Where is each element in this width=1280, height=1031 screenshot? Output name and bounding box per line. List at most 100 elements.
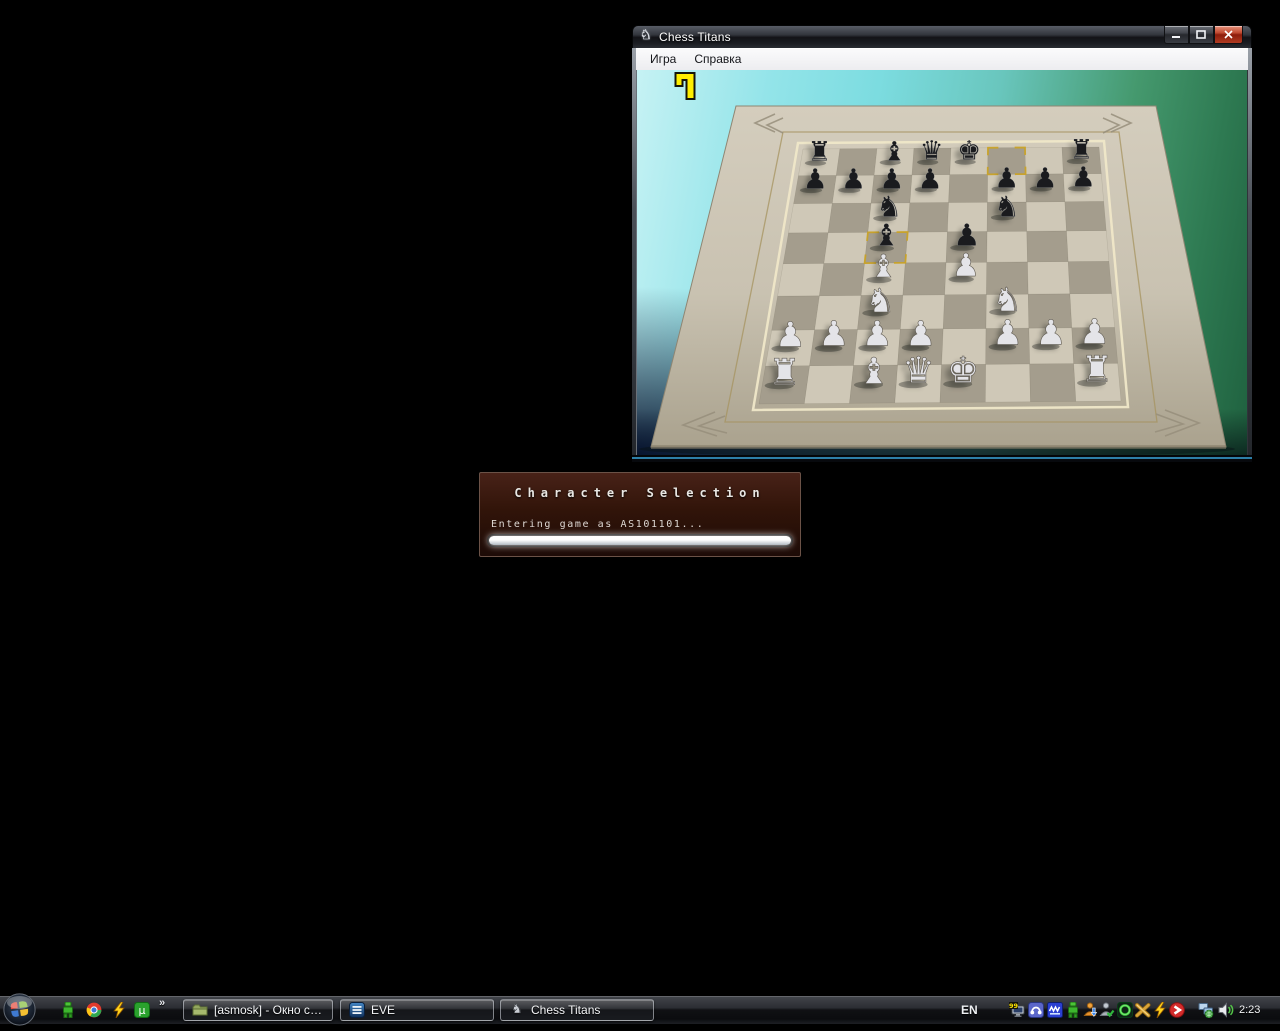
chess-piece-black-pawn-b7[interactable]: ♟ — [841, 165, 866, 193]
chess-piece-white-pawn-f2[interactable]: ♟ — [992, 317, 1023, 352]
game-area: ♜♝♛♚♜♟♟♟♟♟♟♟♞♞♝♟♝♟♞♞♟♟♟♟♟♟♟♜♝♛♚♜ — [636, 70, 1248, 455]
chess-piece-white-king-e1[interactable]: ♚ — [947, 352, 979, 388]
menu-item-help[interactable]: Справка — [685, 49, 750, 69]
board-square[interactable] — [985, 364, 1030, 402]
board-square[interactable] — [903, 263, 946, 296]
chess-piece-white-pawn-d2[interactable]: ♟ — [905, 317, 936, 352]
board-square[interactable] — [1027, 231, 1068, 262]
tray-winamp-icon[interactable] — [1152, 1002, 1168, 1018]
board-square[interactable] — [783, 233, 828, 264]
eve-icon — [349, 1002, 365, 1018]
window-border-left — [632, 48, 636, 455]
knight-icon: ♞ — [640, 28, 652, 43]
language-indicator[interactable]: EN — [961, 1003, 978, 1017]
taskbar: µ » [asmosk] - Окно со... EVE ♞Chess Tita… — [0, 995, 1280, 1024]
caption-buttons — [1164, 26, 1243, 44]
board-square[interactable] — [824, 232, 868, 263]
tray-download-arrow-icon[interactable] — [1169, 1002, 1185, 1018]
quick-launch-winamp-icon[interactable] — [111, 1002, 128, 1019]
chess-piece-black-pawn-a7[interactable]: ♟ — [803, 166, 828, 194]
tray-user-check-icon[interactable] — [1099, 1002, 1115, 1018]
tray-display-99-icon[interactable]: 99 — [1009, 1002, 1025, 1018]
chess-titans-window: ♞ Chess Titans ИграСправка ♜♝♛♚♜♟♟♟♟♟♟♟♞… — [632, 25, 1252, 462]
chess-piece-white-pawn-e4[interactable]: ♟ — [952, 251, 980, 283]
clock[interactable]: 2:23 — [1239, 1004, 1260, 1016]
tray-network-icon[interactable] — [1198, 1002, 1214, 1018]
board-square[interactable] — [987, 231, 1028, 262]
chess-piece-white-pawn-g2[interactable]: ♟ — [1036, 316, 1067, 351]
tray-xfire-icon[interactable] — [1135, 1002, 1151, 1018]
board-square[interactable] — [819, 263, 864, 296]
window-border-right — [1248, 48, 1252, 455]
chess-board[interactable] — [637, 70, 1248, 455]
chess-piece-black-king-e8[interactable]: ♚ — [957, 138, 981, 165]
board-square[interactable] — [789, 203, 833, 233]
yellow-move-cursor-icon — [673, 71, 698, 101]
chess-piece-white-rook-a1[interactable]: ♜ — [768, 354, 800, 390]
quick-launch-chrome-icon[interactable] — [86, 1002, 103, 1019]
chess-piece-black-knight-f6[interactable]: ♞ — [994, 192, 1020, 221]
menu-bar: ИграСправка — [632, 48, 1252, 70]
window-title: Chess Titans — [659, 30, 731, 44]
minimize-icon — [1171, 30, 1182, 39]
chess-piece-black-pawn-d7[interactable]: ♟ — [918, 165, 943, 193]
chess-piece-white-pawn-b2[interactable]: ♟ — [818, 318, 849, 353]
tray-volume-icon[interactable] — [1218, 1002, 1234, 1018]
taskbar-button-1[interactable]: [asmosk] - Окно со... — [183, 999, 333, 1021]
start-button[interactable] — [3, 993, 36, 1026]
quick-launch-utorrent-icon[interactable]: µ — [134, 1002, 151, 1019]
maximize-icon — [1196, 30, 1207, 39]
knight-icon: ♞ — [509, 1002, 525, 1018]
board-square[interactable] — [828, 203, 871, 233]
chess-piece-white-knight-f3[interactable]: ♞ — [993, 283, 1023, 316]
folder-icon — [192, 1002, 208, 1018]
chess-piece-white-rook-h1[interactable]: ♜ — [1081, 351, 1113, 387]
board-square[interactable] — [804, 365, 853, 403]
progress-bar — [487, 534, 793, 547]
tray-green-robot-icon[interactable] — [1065, 1002, 1081, 1018]
close-button[interactable] — [1214, 26, 1243, 44]
quick-launch-green-figure-icon[interactable] — [60, 1002, 77, 1019]
dialog-title: Character Selection — [480, 486, 800, 500]
chess-piece-white-pawn-h2[interactable]: ♟ — [1079, 316, 1110, 351]
maximize-button[interactable] — [1189, 26, 1214, 44]
chess-piece-white-knight-c3[interactable]: ♞ — [866, 284, 896, 317]
chess-piece-white-bishop-c4[interactable]: ♝ — [869, 252, 897, 284]
chess-piece-white-bishop-c1[interactable]: ♝ — [858, 353, 890, 389]
board-square[interactable] — [1030, 364, 1076, 402]
minimize-button[interactable] — [1164, 26, 1189, 44]
close-icon — [1223, 30, 1234, 39]
chess-piece-black-bishop-c5[interactable]: ♝ — [873, 222, 900, 252]
taskbar-button-label: [asmosk] - Окно со... — [214, 1003, 324, 1017]
tray-headphones-icon[interactable] — [1028, 1002, 1044, 1018]
board-square[interactable] — [778, 263, 824, 296]
board-square[interactable] — [1067, 231, 1109, 262]
board-square[interactable] — [943, 295, 986, 329]
board-square[interactable] — [1028, 262, 1070, 295]
tray-user-download-icon[interactable] — [1083, 1002, 1099, 1018]
quick-launch-overflow-chevron[interactable]: » — [159, 997, 165, 1009]
chess-piece-white-queen-d1[interactable]: ♛ — [902, 353, 934, 389]
chess-piece-white-pawn-c2[interactable]: ♟ — [862, 318, 893, 353]
tray-green-ring-icon[interactable] — [1117, 1002, 1133, 1018]
menu-item-game[interactable]: Игра — [641, 49, 685, 69]
board-square[interactable] — [1065, 201, 1106, 231]
chess-piece-black-knight-c6[interactable]: ♞ — [876, 193, 902, 222]
titlebar[interactable]: ♞ Chess Titans — [632, 25, 1252, 48]
taskbar-button-2[interactable]: EVE — [340, 999, 494, 1021]
chess-piece-black-pawn-g7[interactable]: ♟ — [1033, 164, 1058, 192]
chess-piece-black-pawn-e5[interactable]: ♟ — [953, 221, 980, 251]
board-square[interactable] — [908, 203, 949, 233]
taskbar-button-3[interactable]: ♞Chess Titans — [500, 999, 654, 1021]
board-square[interactable] — [905, 232, 947, 263]
board-square[interactable] — [1068, 261, 1112, 294]
tray-blue-badge-icon[interactable] — [1047, 1002, 1063, 1018]
chess-piece-black-pawn-h7[interactable]: ♟ — [1071, 164, 1096, 192]
board-square[interactable] — [1026, 202, 1066, 232]
character-selection-dialog: Character Selection Entering game as AS1… — [479, 472, 801, 557]
status-text: Entering game as AS101101... — [491, 519, 704, 530]
board-square[interactable] — [949, 174, 988, 202]
chess-piece-white-pawn-a2[interactable]: ♟ — [775, 318, 806, 353]
window-border-bottom — [632, 455, 1252, 462]
taskbar-button-label: EVE — [371, 1003, 395, 1017]
